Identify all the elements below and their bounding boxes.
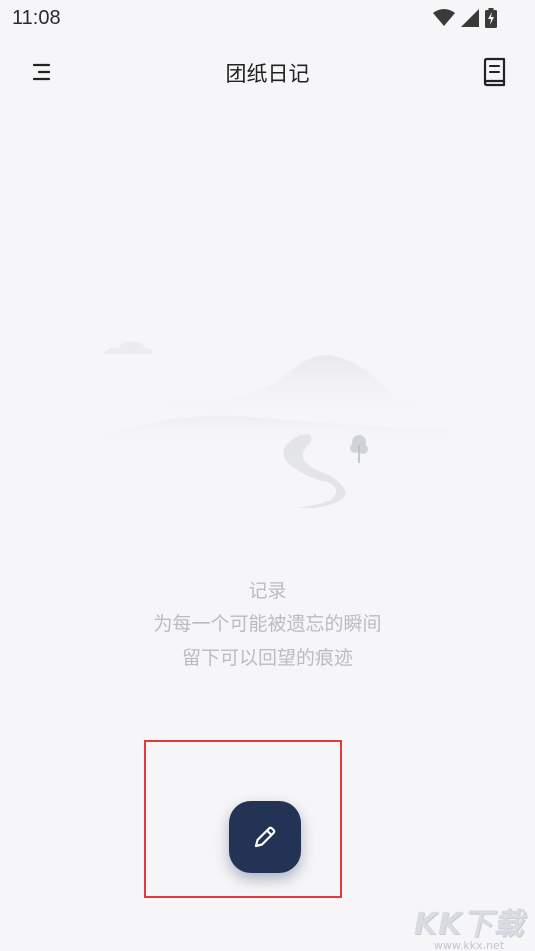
status-icons	[433, 8, 497, 28]
wifi-icon	[433, 9, 455, 26]
watermark: KK下载 www.kkx.net	[409, 899, 529, 951]
app-header: 团纸日记	[0, 48, 535, 96]
battery-charging-icon	[485, 8, 497, 28]
status-bar: 11:08	[0, 0, 535, 40]
status-time: 11:08	[12, 7, 61, 29]
pencil-icon	[254, 826, 276, 848]
empty-state-line-3: 留下可以回望的痕迹	[181, 647, 353, 669]
diary-book-button[interactable]	[478, 56, 510, 88]
signal-icon	[461, 9, 479, 27]
book-icon	[483, 57, 506, 87]
watermark-logo: KK下载	[413, 907, 525, 942]
landscape-illustration	[95, 341, 450, 508]
write-diary-button[interactable]	[229, 801, 301, 873]
empty-state-title: 记录	[248, 580, 287, 602]
page-title: 团纸日记	[225, 62, 310, 86]
empty-state-line-2: 为每一个可能被遗忘的瞬间	[153, 613, 382, 635]
